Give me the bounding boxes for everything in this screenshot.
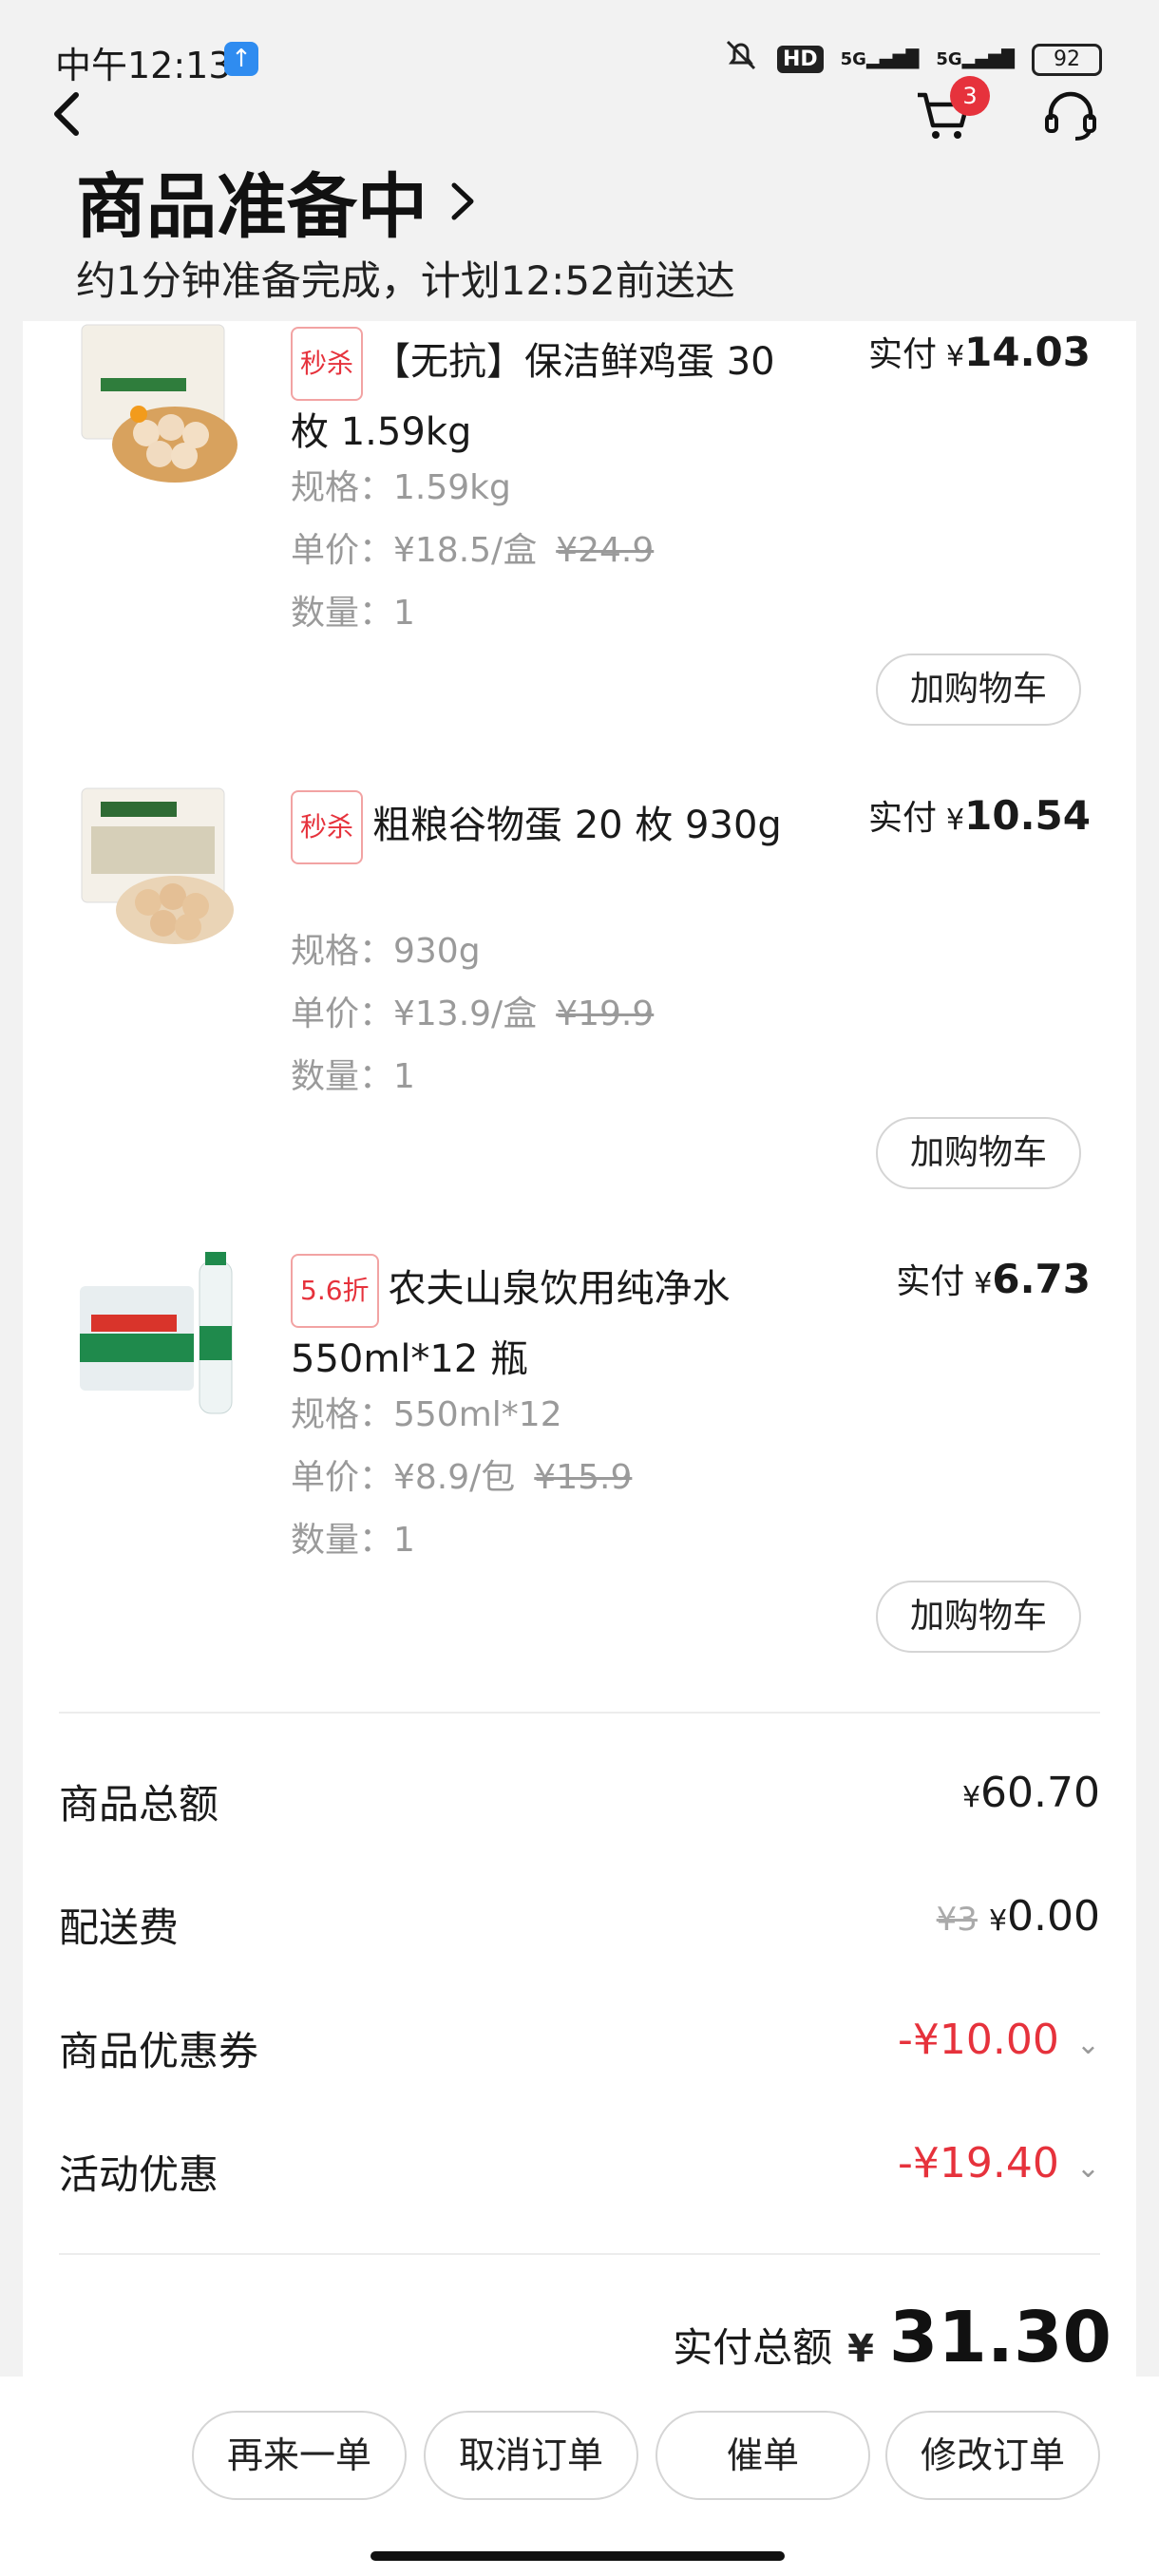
coupon-value: -¥10.00 ⌄ (898, 2016, 1100, 2064)
product-image-eggs-30[interactable] (72, 321, 243, 492)
product-spec: 规格：1.59kg (291, 468, 511, 507)
product-name[interactable]: 秒杀 【无抗】保洁鲜鸡蛋 30 枚 1.59kg (291, 327, 804, 464)
product-spec: 规格：930g (291, 932, 481, 971)
order-item: 5.6折 农夫山泉饮用纯净水 550ml*12 瓶 实付 ¥6.73 规格：550m… (23, 1248, 1136, 1712)
order-item: 秒杀 粗粮谷物蛋 20 枚 930g 实付 ¥10.54 规格：930g 单价：¥1… (23, 785, 1136, 1248)
delivery-fee-row: 配送费 ¥3 ¥0.00 (59, 1886, 1100, 1962)
upload-icon: ↑ (224, 42, 258, 76)
original-price: ¥15.9 (534, 1458, 633, 1497)
product-spec: 规格：550ml*12 (291, 1395, 562, 1434)
coupon-row[interactable]: 商品优惠券 -¥10.00 ⌄ (59, 2010, 1100, 2086)
delivery-fee-label: 配送费 (59, 1904, 180, 1951)
add-to-cart-button[interactable]: 加购物车 (876, 653, 1081, 726)
paid-amount: 实付 ¥10.54 (868, 792, 1091, 839)
signal-icon-2: 5G▂▄▆█ (936, 49, 1015, 69)
total-yen: ¥ (847, 2327, 874, 2371)
delivery-fee-value: ¥3 ¥0.00 (936, 1892, 1100, 1941)
paid-amount: 实付 ¥14.03 (868, 329, 1091, 375)
discount-tag: 5.6折 (291, 1254, 379, 1328)
chevron-down-icon: ⌄ (1075, 2151, 1100, 2185)
unit-price: 单价：¥13.9/盒 ¥19.9 (291, 994, 655, 1033)
original-price: ¥19.9 (556, 994, 655, 1033)
promotion-row[interactable]: 活动优惠 -¥19.40 ⌄ (59, 2133, 1100, 2209)
chevron-down-icon: ⌄ (1075, 2028, 1100, 2061)
customer-service-icon[interactable] (1039, 85, 1102, 148)
flash-sale-tag: 秒杀 (291, 327, 364, 401)
bottom-action-bar: 再来一单 取消订单 催单 修改订单 (0, 2377, 1159, 2576)
product-name[interactable]: 秒杀 粗粮谷物蛋 20 枚 930g (291, 790, 804, 864)
promotion-value: -¥19.40 ⌄ (898, 2139, 1100, 2188)
goods-total-label: 商品总额 (59, 1781, 219, 1828)
delivery-estimate: 约1分钟准备完成，计划12:52前送达 (76, 257, 735, 304)
product-image-grain-eggs[interactable] (72, 785, 243, 956)
order-item: 秒杀 【无抗】保洁鲜鸡蛋 30 枚 1.59kg 实付 ¥14.03 规格：1.59… (23, 321, 1136, 785)
order-detail-card: 秒杀 【无抗】保洁鲜鸡蛋 30 枚 1.59kg 实付 ¥14.03 规格：1.59… (23, 321, 1136, 2411)
product-image-water[interactable] (72, 1248, 243, 1419)
hd-badge: HD (776, 46, 824, 73)
add-to-cart-button[interactable]: 加购物车 (876, 1117, 1081, 1189)
modify-order-button[interactable]: 修改订单 (885, 2411, 1100, 2500)
unit-price: 单价：¥8.9/包 ¥15.9 (291, 1458, 633, 1497)
signal-icon-1: 5G▂▄▆█ (840, 49, 920, 69)
quantity: 数量：1 (291, 1521, 415, 1560)
flash-sale-tag: 秒杀 (291, 790, 364, 864)
delivery-original-fee: ¥3 (936, 1901, 978, 1939)
goods-total-row: 商品总额 ¥60.70 (59, 1763, 1100, 1839)
order-total: 实付总额 ¥ 31.30 (673, 2297, 1112, 2378)
top-nav: 3 (0, 76, 1159, 161)
cancel-order-button[interactable]: 取消订单 (424, 2411, 638, 2500)
original-price: ¥24.9 (556, 531, 655, 570)
urge-order-button[interactable]: 催单 (656, 2411, 870, 2500)
cart-count-badge: 3 (950, 76, 990, 116)
unit-price: 单价：¥18.5/盒 ¥24.9 (291, 531, 655, 570)
chevron-right-icon (451, 182, 474, 219)
home-indicator[interactable] (370, 2551, 785, 2561)
quantity: 数量：1 (291, 594, 415, 633)
divider (59, 2253, 1100, 2255)
goods-total-value: ¥60.70 (961, 1769, 1100, 1817)
promotion-label: 活动优惠 (59, 2151, 219, 2198)
add-to-cart-button[interactable]: 加购物车 (876, 1581, 1081, 1653)
total-label: 实付总额 (673, 2324, 833, 2371)
total-amount: 31.30 (888, 2297, 1112, 2378)
divider (59, 1712, 1100, 1714)
page-title: 商品准备中 (76, 166, 428, 248)
reorder-button[interactable]: 再来一单 (192, 2411, 407, 2500)
quantity: 数量：1 (291, 1057, 415, 1096)
order-status-title[interactable]: 商品准备中 (76, 150, 479, 252)
coupon-label: 商品优惠券 (59, 2028, 259, 2074)
back-arrow-icon[interactable] (40, 85, 97, 142)
paid-amount: 实付 ¥6.73 (896, 1256, 1091, 1302)
battery-icon: 92 (1032, 43, 1102, 76)
product-name[interactable]: 5.6折 农夫山泉饮用纯净水 550ml*12 瓶 (291, 1254, 804, 1391)
